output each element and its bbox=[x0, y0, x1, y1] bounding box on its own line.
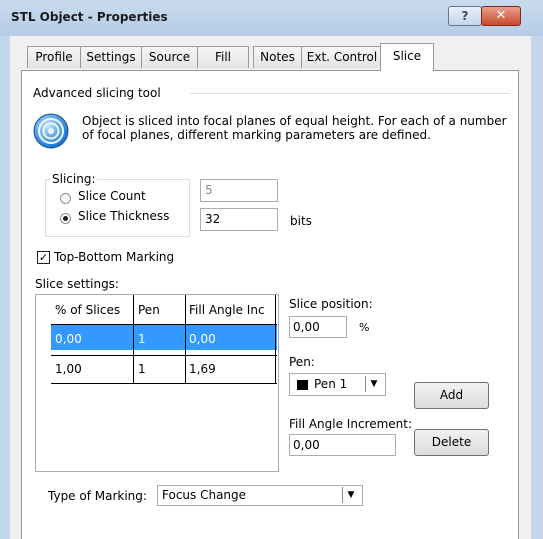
table-row[interactable]: 0,00 1 0,00 bbox=[51, 325, 277, 354]
cell-fill-angle: 0,00 bbox=[189, 332, 216, 346]
cell-percent: 1,00 bbox=[55, 362, 82, 376]
pen-selected-value: Pen 1 bbox=[314, 377, 348, 391]
window-frame-right bbox=[531, 36, 543, 539]
type-of-marking-value: Focus Change bbox=[162, 488, 247, 502]
column-header-percent[interactable]: % of Slices bbox=[55, 303, 120, 317]
row-divider bbox=[51, 383, 277, 384]
slice-count-value: 5 bbox=[205, 183, 213, 197]
close-button[interactable]: ✕ bbox=[481, 6, 521, 26]
slice-count-label: Slice Count bbox=[78, 189, 146, 203]
cell-percent: 0,00 bbox=[55, 332, 82, 346]
group-line bbox=[190, 93, 510, 94]
tab-notes[interactable]: Notes bbox=[253, 46, 302, 68]
top-bottom-checkbox[interactable]: ✓ bbox=[37, 251, 50, 264]
fill-angle-input[interactable]: 0,00 bbox=[289, 434, 396, 456]
slice-position-value: 0,00 bbox=[293, 320, 320, 334]
help-button[interactable]: ? bbox=[448, 6, 482, 26]
top-bottom-label: Top-Bottom Marking bbox=[54, 250, 175, 264]
cell-pen: 1 bbox=[138, 362, 146, 376]
slice-thickness-input[interactable]: 32 bbox=[200, 208, 278, 231]
tab-source[interactable]: Source bbox=[141, 46, 198, 68]
slicing-group bbox=[45, 179, 190, 237]
slice-count-radio[interactable] bbox=[60, 193, 71, 204]
slice-position-label: Slice position: bbox=[289, 297, 373, 311]
window-title: STL Object - Properties bbox=[11, 10, 168, 24]
type-of-marking-dropdown[interactable]: Focus Change ▼ bbox=[157, 485, 363, 506]
description-line-1: Object is sliced into focal planes of eq… bbox=[82, 114, 507, 128]
pen-dropdown[interactable]: Pen 1 ▼ bbox=[289, 373, 386, 396]
slice-count-input[interactable]: 5 bbox=[200, 179, 278, 202]
tab-settings[interactable]: Settings bbox=[80, 46, 142, 68]
tab-ext-control[interactable]: Ext. Control bbox=[301, 46, 383, 68]
slice-position-input[interactable]: 0,00 bbox=[289, 316, 347, 338]
window-frame-left bbox=[0, 36, 10, 539]
pen-color-swatch bbox=[297, 380, 308, 390]
slice-thickness-radio[interactable] bbox=[60, 213, 71, 224]
tab-fill[interactable]: Fill bbox=[197, 46, 249, 68]
fill-angle-value: 0,00 bbox=[293, 438, 320, 452]
slice-settings-label: Slice settings: bbox=[35, 277, 119, 291]
slice-thickness-label: Slice Thickness bbox=[78, 209, 170, 223]
slice-layers-icon bbox=[33, 113, 69, 149]
table-row[interactable]: 1,00 1 1,69 bbox=[51, 356, 277, 383]
chevron-down-icon: ▼ bbox=[365, 376, 382, 392]
checkmark-icon: ✓ bbox=[38, 251, 49, 264]
description-line-2: of focal planes, different marking param… bbox=[82, 128, 431, 142]
cell-pen: 1 bbox=[138, 332, 146, 346]
pen-label: Pen: bbox=[289, 355, 315, 369]
help-icon: ? bbox=[461, 9, 469, 23]
advanced-heading: Advanced slicing tool bbox=[31, 86, 163, 100]
tab-slice[interactable]: Slice bbox=[380, 43, 434, 71]
column-header-fill-angle[interactable]: Fill Angle Inc bbox=[189, 303, 265, 317]
add-button[interactable]: Add bbox=[414, 382, 489, 409]
type-of-marking-label: Type of Marking: bbox=[48, 489, 147, 503]
bits-unit-label: bits bbox=[290, 214, 312, 228]
percent-unit-label: % bbox=[359, 321, 370, 334]
slicing-legend: Slicing: bbox=[50, 172, 98, 186]
tab-profile[interactable]: Profile bbox=[27, 46, 81, 68]
fill-angle-label: Fill Angle Increment: bbox=[289, 417, 413, 431]
column-header-pen[interactable]: Pen bbox=[138, 303, 160, 317]
close-icon: ✕ bbox=[495, 8, 507, 23]
chevron-down-icon: ▼ bbox=[342, 487, 359, 503]
cell-fill-angle: 1,69 bbox=[189, 362, 216, 376]
delete-button[interactable]: Delete bbox=[414, 429, 489, 456]
slice-thickness-value: 32 bbox=[205, 212, 221, 226]
